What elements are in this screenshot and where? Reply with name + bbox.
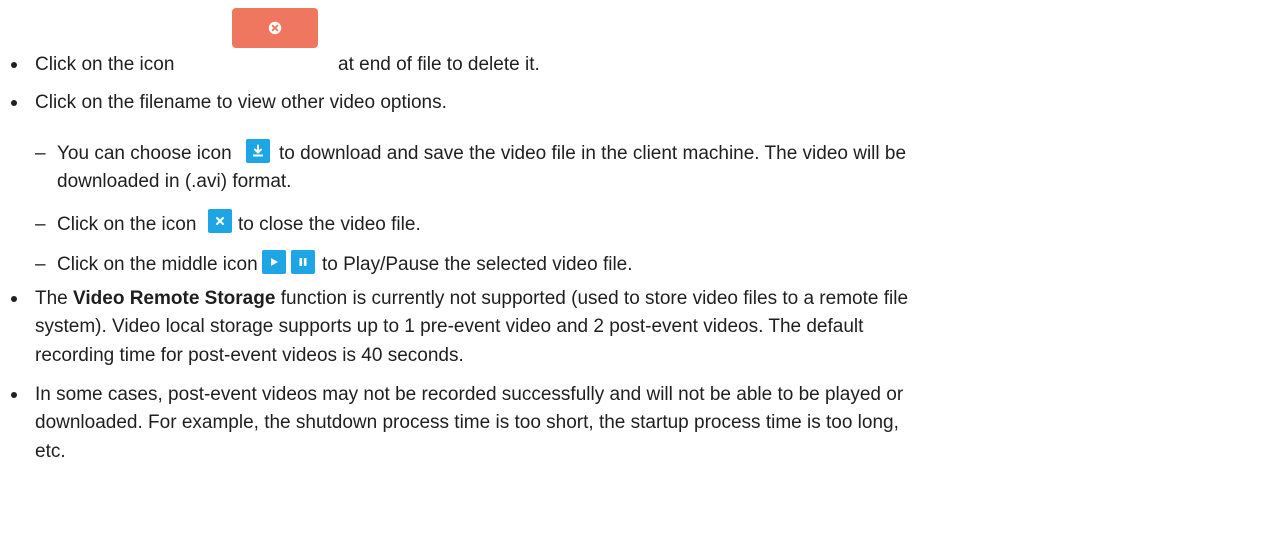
play-instruction-after: to Play/Pause the selected video file. bbox=[322, 254, 633, 275]
play-button[interactable] bbox=[262, 250, 286, 274]
download-icon bbox=[251, 144, 265, 158]
storage-prefix: The bbox=[35, 288, 68, 309]
storage-line3: recording time for post-event videos is … bbox=[35, 345, 464, 366]
bullet-dot bbox=[11, 62, 17, 68]
dash: – bbox=[35, 143, 46, 164]
download-instruction-line2: downloaded in (.avi) format. bbox=[57, 171, 292, 192]
download-instruction-before: You can choose icon bbox=[57, 143, 232, 164]
storage-line2: system). Video local storage supports up… bbox=[35, 316, 864, 337]
cases-line1: In some cases, post-event videos may not… bbox=[35, 384, 904, 405]
dash: – bbox=[35, 254, 46, 275]
close-circle-icon bbox=[268, 21, 282, 35]
storage-bold-term: Video Remote Storage bbox=[73, 288, 276, 309]
pause-button[interactable] bbox=[291, 250, 315, 274]
bullet-dot bbox=[11, 392, 17, 398]
delete-button[interactable] bbox=[232, 8, 318, 48]
storage-line1: The Video Remote Storage function is cur… bbox=[35, 288, 908, 310]
close-instruction-after: to close the video file. bbox=[238, 214, 421, 235]
bullet-dot bbox=[11, 100, 17, 106]
filename-instruction: Click on the filename to view other vide… bbox=[35, 92, 447, 113]
download-instruction-after: to download and save the video file in t… bbox=[279, 143, 907, 164]
close-icon bbox=[214, 215, 226, 227]
bullet-dot bbox=[11, 296, 17, 302]
play-icon bbox=[268, 256, 280, 268]
storage-suffix: function is currently not supported (use… bbox=[280, 288, 909, 309]
cases-line3: etc. bbox=[35, 441, 66, 462]
delete-instruction-before: Click on the icon bbox=[35, 54, 175, 75]
download-button[interactable] bbox=[246, 139, 270, 163]
play-instruction-before: Click on the middle icon bbox=[57, 254, 258, 275]
pause-icon bbox=[297, 256, 309, 268]
dash: – bbox=[35, 214, 46, 235]
cases-line2: downloaded. For example, the shutdown pr… bbox=[35, 412, 899, 433]
delete-instruction-after: at end of file to delete it. bbox=[338, 54, 540, 75]
close-instruction-before: Click on the icon bbox=[57, 214, 197, 235]
close-video-button[interactable] bbox=[208, 209, 232, 233]
